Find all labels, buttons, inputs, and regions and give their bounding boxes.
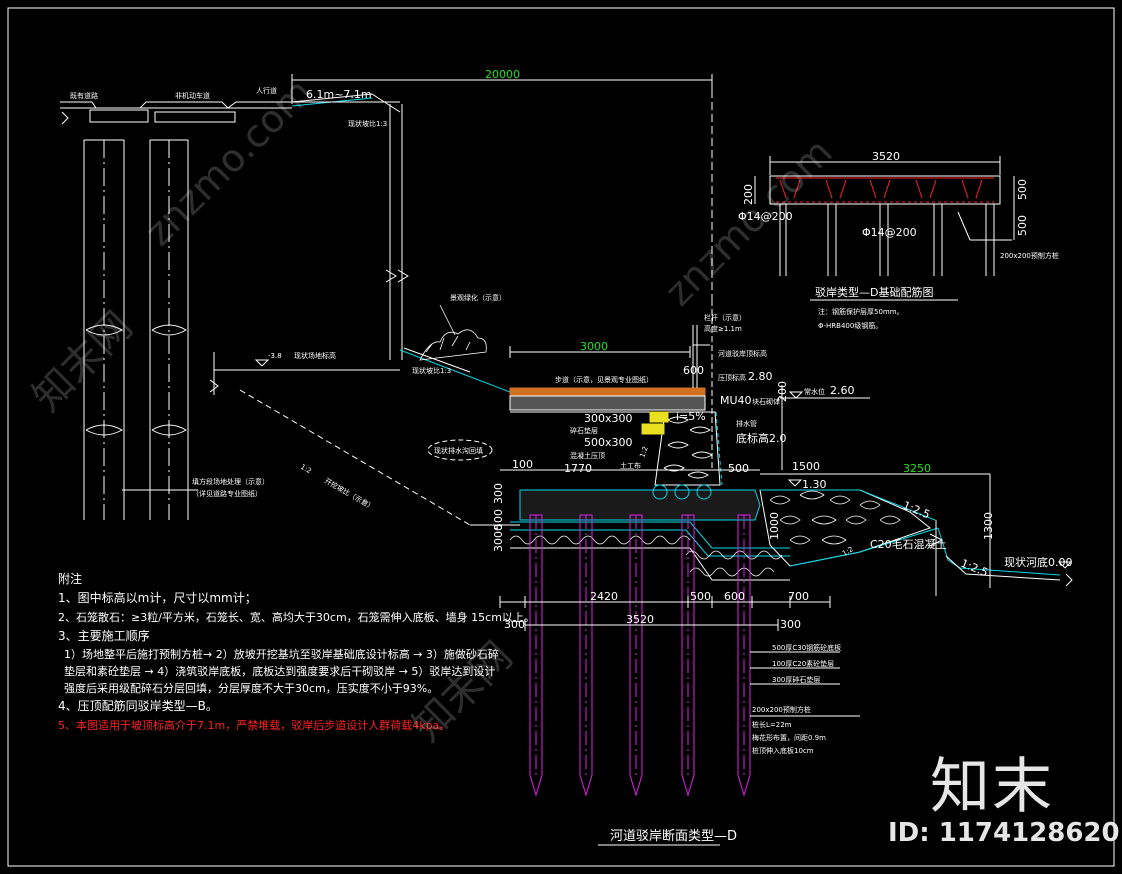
brand-id: ID: 1174128620	[888, 818, 1120, 848]
dim-3000-v: 3000	[492, 524, 505, 552]
bank-note-2: （详见道路专业图纸）	[192, 489, 262, 498]
c20-label: C20毛石混凝土	[870, 537, 947, 551]
pile-embed: 桩顶伸入底板10cm	[752, 746, 814, 755]
layer-2: 100厚C20素砼垫层	[772, 659, 834, 668]
ratio-125-a: 1:2.5	[901, 499, 932, 522]
dim-500x300: 500x300	[584, 436, 633, 449]
level-280-label: 压顶标高	[718, 373, 746, 382]
note-1: 1、图中标高以m计，尺寸以mm计；	[58, 591, 257, 605]
section-title: 河道驳岸断面类型—D	[610, 829, 737, 844]
river-bed-label: 现状河底0.00	[1004, 555, 1073, 569]
ratio-12-right: 1:2	[841, 545, 855, 558]
dim-600: 600	[683, 364, 704, 377]
river-top-label: 河道驳岸顶标高	[718, 349, 767, 358]
detail-dim-500-a: 500	[1016, 179, 1029, 200]
existing-slope-ratio: 1:2	[299, 463, 313, 476]
landscape-note: 景观绿化（示意）	[450, 293, 506, 302]
riprap	[759, 474, 1073, 596]
level-260: 2.60	[830, 384, 855, 397]
slope-ratio-b: 现状坡比1:3	[412, 366, 451, 375]
walkway-width: 3000	[580, 340, 608, 353]
dim-100-a: 100	[512, 458, 533, 471]
dim-20000-label: 20000	[485, 68, 520, 81]
road-label-mid: 非机动车道	[175, 91, 210, 100]
layer-3: 300厚碎石垫层	[772, 675, 820, 684]
plant-symbol	[419, 304, 487, 361]
rail-height: 高度≥1.1m	[704, 324, 742, 333]
drain-pipe-label: 排水管	[736, 419, 757, 428]
dim-3520: 3520	[626, 613, 654, 626]
dim-1770: 1770	[564, 462, 592, 475]
detail-width: 3520	[872, 150, 900, 163]
bank-note: 填方段场地处理（示意）	[192, 477, 269, 486]
dim-1500: 1500	[792, 460, 820, 473]
base-slab	[500, 469, 790, 581]
brand-logo: 知末	[930, 752, 1054, 822]
dim-300-v: 300	[492, 483, 505, 504]
level-triangle-260	[780, 385, 870, 470]
road-label-left: 既有道路	[70, 91, 98, 100]
note-2: 2、石笼散石：≥3粒/平方米，石笼长、宽、高均大于30cm，石笼需伸入底板、墙身…	[58, 611, 535, 624]
ratio-125-b: 1:2.5	[959, 557, 990, 580]
dim-1300: 1300	[982, 512, 995, 540]
soil-label: 土工布	[620, 461, 641, 470]
note-3: 3、主要施工顺序	[58, 629, 150, 643]
gravel-slope: i=5%	[676, 410, 706, 423]
dim-20000	[291, 74, 713, 300]
gravel-label-2: 混凝土压顶	[570, 451, 605, 460]
dim-300x300: 300x300	[584, 412, 633, 425]
detail-pile: 200x200预制方桩	[1000, 251, 1059, 260]
drain-note: 现状排水沟回填	[434, 446, 483, 455]
slope-ratio-a: 现状坡比1:3	[348, 119, 387, 128]
ground-level: -3.8	[268, 352, 282, 360]
level-280: 2.80	[748, 370, 773, 383]
existing-slope-note: 开挖坡比（示意）	[323, 476, 376, 512]
level-130: 1.30	[802, 478, 827, 491]
gravel-label: 碎石垫层	[570, 426, 598, 435]
pile-label: 200x200预制方桩	[752, 705, 811, 714]
rail-label: 栏杆（示意）	[704, 313, 746, 322]
detail-dim-500-b: 500	[1016, 215, 1029, 236]
dim-600-b: 600	[724, 590, 745, 603]
walkway-label: 步道（示意，见景观专业图纸）	[555, 375, 653, 384]
detail-title: 驳岸类型—D基础配筋图	[815, 285, 933, 299]
dim-500-b: 500	[690, 590, 711, 603]
upper-slope	[291, 93, 409, 360]
detail-rebar-2: Φ14@200	[862, 226, 917, 239]
detail-note-1: 注：钢筋保护层厚50mm。	[818, 307, 904, 316]
slope-ratio-12: 1:2	[638, 445, 649, 458]
pile-spacing: 梅花形布置，间距0.9m	[752, 733, 826, 742]
level-260-label: 常水位	[804, 387, 825, 396]
pile-length: 桩长L=22m	[752, 720, 792, 729]
dim-300-r: 300	[780, 618, 801, 631]
ground-label: 现状场地标高	[294, 351, 336, 360]
detail-note-2: Φ-HRB400级钢筋。	[818, 321, 882, 330]
level-200: 底标高2.0	[736, 431, 787, 445]
notes-heading: 附注	[58, 572, 83, 586]
layer-1: 500厚C30钢筋砼底板	[772, 643, 841, 652]
dim-line-top	[760, 473, 990, 487]
dim-500-a: 500	[728, 462, 749, 475]
mu40: MU40	[720, 394, 752, 407]
dim-2420: 2420	[590, 590, 618, 603]
dim-1000: 1000	[768, 512, 781, 540]
dim-3250: 3250	[903, 462, 931, 475]
piles	[529, 514, 751, 797]
dim-700: 700	[788, 590, 809, 603]
bottom-dims	[499, 596, 860, 846]
